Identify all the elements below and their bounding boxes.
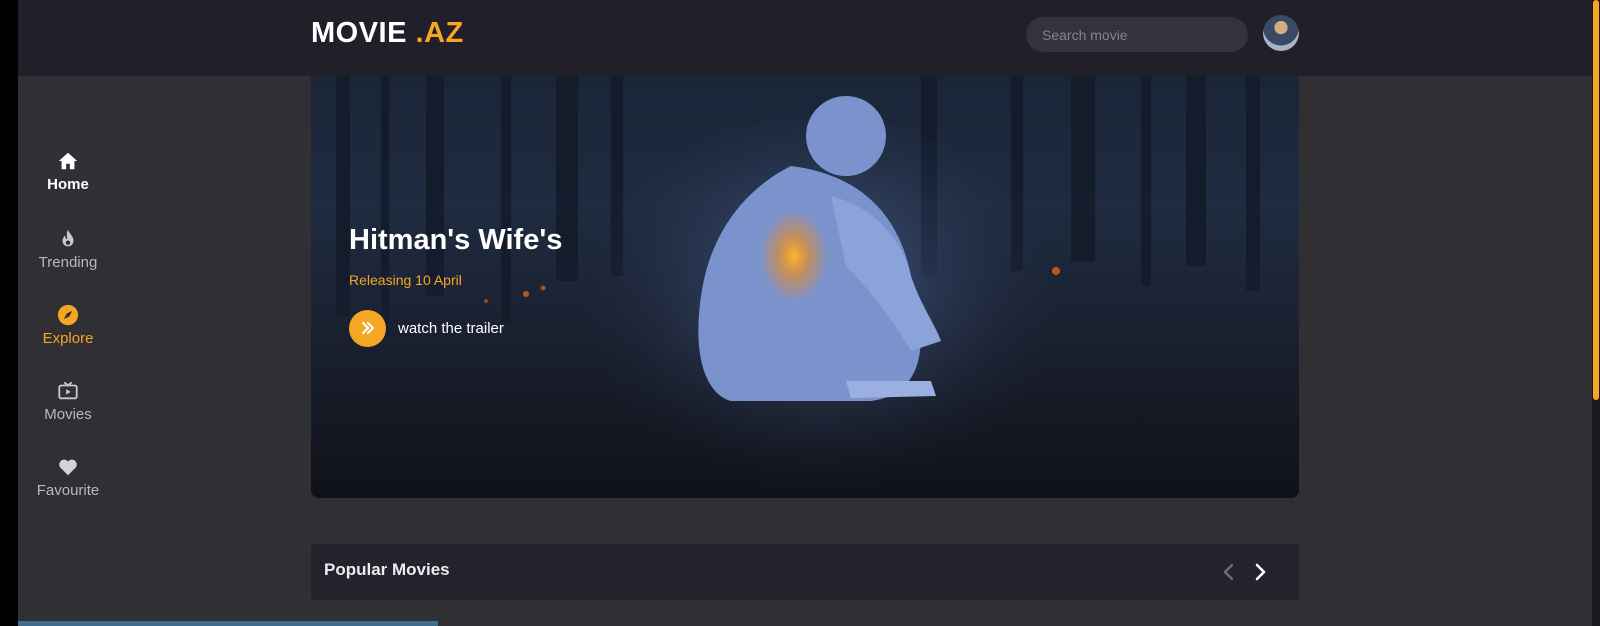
chevron-right-icon[interactable] bbox=[1248, 559, 1274, 585]
vertical-scrollbar[interactable] bbox=[1592, 0, 1600, 626]
sidebar-item-label: Favourite bbox=[36, 482, 100, 499]
horizontal-scrollbar[interactable] bbox=[18, 621, 438, 626]
tv-icon bbox=[58, 381, 78, 400]
sidebar-item-favourite[interactable]: Favourite bbox=[18, 456, 118, 499]
sidebar-item-explore[interactable]: Explore bbox=[18, 304, 118, 347]
chevron-left-icon[interactable] bbox=[1215, 559, 1241, 585]
sidebar-item-label: Explore bbox=[42, 330, 94, 347]
release-date: Releasing 10 April bbox=[349, 272, 462, 288]
heart-icon bbox=[59, 459, 77, 476]
hero-title: Hitman's Wife's bbox=[349, 224, 563, 256]
sidebar-item-label: Movies bbox=[44, 406, 92, 423]
sidebar-item-home[interactable]: Home bbox=[18, 150, 118, 193]
sidebar-item-label: Home bbox=[47, 176, 89, 193]
user-avatar[interactable] bbox=[1263, 15, 1299, 51]
sidebar-item-label: Trending bbox=[38, 254, 98, 271]
top-bar: MOVIE .AZ bbox=[18, 0, 1600, 76]
section-title: Popular Movies bbox=[324, 560, 450, 579]
popular-movies-header: Popular Movies bbox=[311, 544, 1299, 600]
double-chevron-right-icon[interactable] bbox=[349, 309, 386, 347]
hero-banner[interactable]: Hitman's Wife's Releasing 10 April watch… bbox=[311, 76, 1299, 498]
search-input[interactable] bbox=[1026, 17, 1248, 52]
sidebar-item-movies[interactable]: Movies bbox=[18, 380, 118, 423]
logo-accent-text: .AZ bbox=[406, 17, 464, 49]
home-icon bbox=[58, 152, 78, 170]
compass-icon bbox=[57, 304, 79, 326]
flame-icon bbox=[62, 229, 74, 247]
trailer-label[interactable]: watch the trailer bbox=[398, 320, 504, 337]
scrollbar-thumb[interactable] bbox=[1593, 0, 1599, 400]
watch-trailer-button[interactable]: watch the trailer bbox=[349, 309, 504, 347]
app-window: MOVIE .AZ Home Trending Explore Movies F… bbox=[18, 0, 1600, 626]
sidebar-item-trending[interactable]: Trending bbox=[18, 228, 118, 271]
site-logo[interactable]: MOVIE .AZ bbox=[311, 15, 464, 51]
logo-main-text: MOVIE bbox=[311, 17, 407, 49]
